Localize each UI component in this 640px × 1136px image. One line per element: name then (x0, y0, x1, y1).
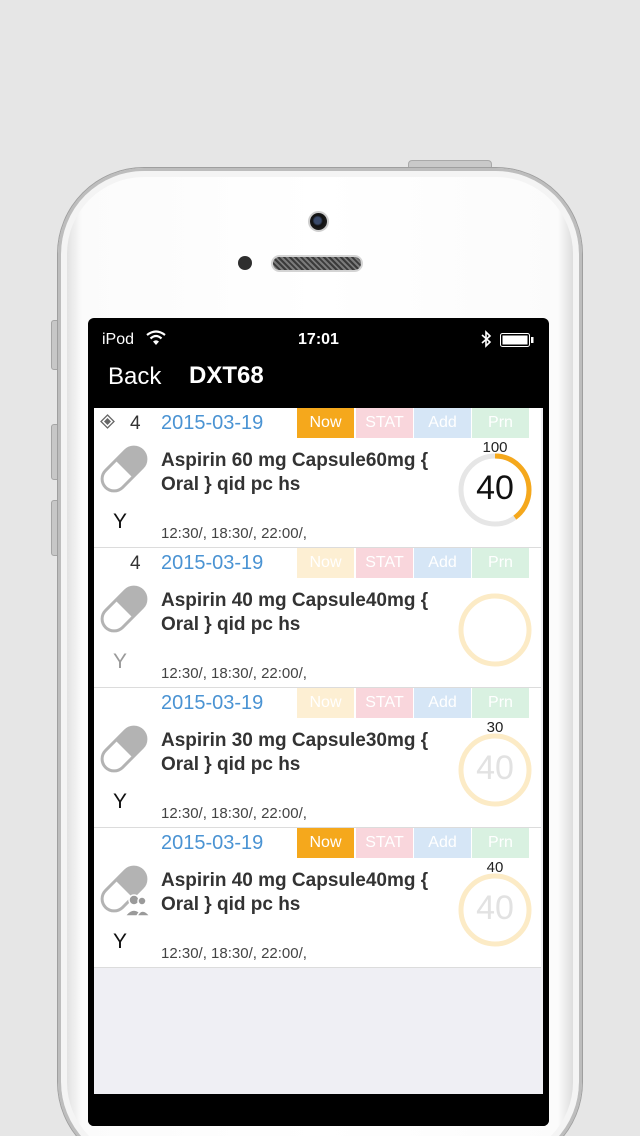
add-button[interactable]: Add (414, 828, 471, 858)
capsule-icon (100, 585, 148, 633)
prn-button[interactable]: Prn (472, 548, 529, 578)
medication-name: Aspirin 40 mg Capsule40mg { Oral } qid p… (161, 870, 429, 915)
list-item[interactable]: 2015-03-19 Now STAT Add Prn Y Aspirin 40… (94, 828, 541, 968)
ring-total: 100 (482, 439, 508, 456)
dose-count: 4 (130, 413, 141, 434)
navigation-bar: Back DXT68 (88, 358, 549, 408)
schedule-times: 12:30/, 18:30/, 22:00/, (161, 945, 307, 962)
medication-name: Aspirin 40 mg Capsule40mg { Oral } qid p… (161, 590, 429, 635)
add-button[interactable]: Add (414, 688, 471, 718)
prn-button[interactable]: Prn (472, 688, 529, 718)
capsule-icon (100, 445, 148, 493)
list-item[interactable]: 4 2015-03-19 Now STAT Add Prn Y Aspirin … (94, 548, 541, 688)
add-button[interactable]: Add (414, 548, 471, 578)
diamond-icon (100, 414, 115, 429)
dose-count: 4 (130, 553, 141, 574)
battery-icon (500, 333, 534, 347)
schedule-times: 12:30/, 18:30/, 22:00/, (161, 805, 307, 822)
ring-value: 40 (476, 749, 514, 787)
bluetooth-icon (481, 330, 492, 348)
order-date: 2015-03-19 (161, 412, 264, 434)
status-flag: Y (113, 930, 128, 953)
now-button[interactable]: Now (297, 408, 354, 438)
order-date: 2015-03-19 (161, 552, 264, 574)
stat-button[interactable]: STAT (356, 688, 413, 718)
now-button[interactable]: Now (297, 548, 354, 578)
prn-button[interactable]: Prn (472, 408, 529, 438)
bottom-toolbar (88, 1094, 549, 1126)
medication-name: Aspirin 60 mg Capsule60mg { Oral } qid p… (161, 450, 429, 495)
front-camera (308, 211, 329, 232)
prn-button[interactable]: Prn (472, 828, 529, 858)
progress-ring (458, 593, 532, 667)
schedule-times: 12:30/, 18:30/, 22:00/, (161, 665, 307, 682)
stat-button[interactable]: STAT (356, 828, 413, 858)
proximity-sensor (238, 256, 252, 270)
capsule-person-icon (100, 865, 152, 917)
page-title: DXT68 (189, 362, 264, 389)
back-button[interactable]: Back (108, 363, 161, 391)
medication-list[interactable]: 4 2015-03-19 Now STAT Add Prn Y Aspirin … (94, 408, 543, 1094)
earpiece-speaker (271, 255, 363, 272)
add-button[interactable]: Add (414, 408, 471, 438)
ring-total: 30 (486, 719, 504, 736)
order-date: 2015-03-19 (161, 832, 264, 854)
ring-total: 40 (486, 859, 504, 876)
schedule-times: 12:30/, 18:30/, 22:00/, (161, 525, 307, 542)
ring-value: 40 (476, 469, 514, 507)
list-item[interactable]: 2015-03-19 Now STAT Add Prn Y Aspirin 30… (94, 688, 541, 828)
now-button[interactable]: Now (297, 688, 354, 718)
ring-value: 40 (476, 889, 514, 927)
screen: iPod 17:01 Back DXT68 4 2015-03-19 Now S… (88, 318, 549, 1126)
medication-name: Aspirin 30 mg Capsule30mg { Oral } qid p… (161, 730, 429, 775)
stat-button[interactable]: STAT (356, 408, 413, 438)
now-button[interactable]: Now (297, 828, 354, 858)
status-bar: iPod 17:01 (88, 318, 549, 358)
status-flag: Y (113, 510, 128, 533)
stat-button[interactable]: STAT (356, 548, 413, 578)
list-item[interactable]: 4 2015-03-19 Now STAT Add Prn Y Aspirin … (94, 408, 541, 548)
status-flag: Y (113, 790, 128, 813)
capsule-icon (100, 725, 148, 773)
status-flag: Y (113, 650, 128, 673)
order-date: 2015-03-19 (161, 692, 264, 714)
